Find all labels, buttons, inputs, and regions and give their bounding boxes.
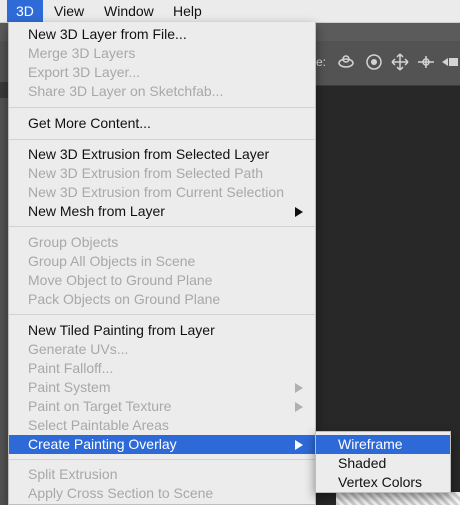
menubar-3d[interactable]: 3D — [7, 0, 43, 22]
submenu-arrow-icon — [295, 383, 303, 393]
menu-item-split-extrusion: Split Extrusion — [28, 466, 118, 482]
menu-item-new-3d-extrusion-selected-path: New 3D Extrusion from Selected Path — [28, 165, 263, 181]
menu-item-new-tiled-painting[interactable]: New Tiled Painting from Layer — [9, 321, 315, 340]
submenu-arrow-icon — [295, 440, 303, 450]
transparency-checkerboard — [336, 492, 460, 505]
menu-separator — [9, 139, 315, 140]
options-bar: e: — [316, 41, 460, 86]
menu-item-export-3d-layer: Export 3D Layer... — [28, 64, 141, 80]
menu-item-paint-system: Paint System — [9, 378, 315, 397]
menu-item-new-3d-extrusion-current-selection: New 3D Extrusion from Current Selection — [28, 184, 284, 200]
menu-item-group-objects: Group Objects — [28, 234, 119, 250]
submenu-arrow-icon — [295, 402, 303, 412]
menu-separator — [9, 459, 315, 460]
submenu-arrow-icon — [295, 207, 303, 217]
menu-item-create-painting-overlay[interactable]: Create Painting Overlay — [9, 435, 315, 454]
menu-separator — [9, 314, 315, 315]
3d-menu: New 3D Layer from File... Merge 3D Layer… — [8, 22, 316, 505]
menu-item-share-on-sketchfab: Share 3D Layer on Sketchfab... — [28, 83, 224, 99]
video-camera-icon[interactable] — [440, 52, 460, 72]
menu-item-new-3d-layer-from-file[interactable]: New 3D Layer from File... — [9, 25, 315, 44]
submenu-item-wireframe[interactable]: Wireframe — [316, 435, 450, 454]
menu-item-paint-falloff: Paint Falloff... — [28, 360, 114, 376]
submenu-item-shaded[interactable]: Shaded — [316, 454, 450, 473]
menu-item-paint-on-target-texture: Paint on Target Texture — [9, 397, 315, 416]
menu-item-get-more-content[interactable]: Get More Content... — [9, 114, 315, 133]
panel-edge — [0, 82, 8, 98]
menu-item-apply-cross-section: Apply Cross Section to Scene — [28, 485, 214, 501]
menu-item-pack-objects-on-ground: Pack Objects on Ground Plane — [28, 291, 221, 307]
mode-label: e: — [316, 55, 327, 69]
menu-separator — [9, 226, 315, 227]
menubar-view[interactable]: View — [45, 0, 93, 22]
rotate-3d-icon[interactable] — [336, 52, 356, 72]
submenu-item-vertex-colors[interactable]: Vertex Colors — [316, 473, 450, 492]
menu-item-generate-uvs: Generate UVs... — [28, 341, 129, 357]
painting-overlay-submenu: Wireframe Shaded Vertex Colors — [315, 431, 451, 493]
slide-3d-icon[interactable] — [416, 52, 436, 72]
menubar-help[interactable]: Help — [164, 0, 211, 22]
menu-item-merge-3d-layers: Merge 3D Layers — [28, 45, 136, 61]
menu-separator — [9, 107, 315, 108]
menu-item-move-object-to-ground: Move Object to Ground Plane — [28, 272, 213, 288]
menu-bar: 3D View Window Help — [0, 0, 460, 23]
menubar-window[interactable]: Window — [95, 0, 163, 22]
menu-item-new-mesh-from-layer[interactable]: New Mesh from Layer — [9, 202, 315, 221]
menu-item-new-3d-extrusion-selected-layer[interactable]: New 3D Extrusion from Selected Layer — [9, 145, 315, 164]
roll-3d-icon[interactable] — [364, 52, 384, 72]
menu-item-group-all-objects: Group All Objects in Scene — [28, 253, 196, 269]
pan-3d-icon[interactable] — [390, 52, 410, 72]
menu-item-select-paintable-areas: Select Paintable Areas — [28, 417, 169, 433]
